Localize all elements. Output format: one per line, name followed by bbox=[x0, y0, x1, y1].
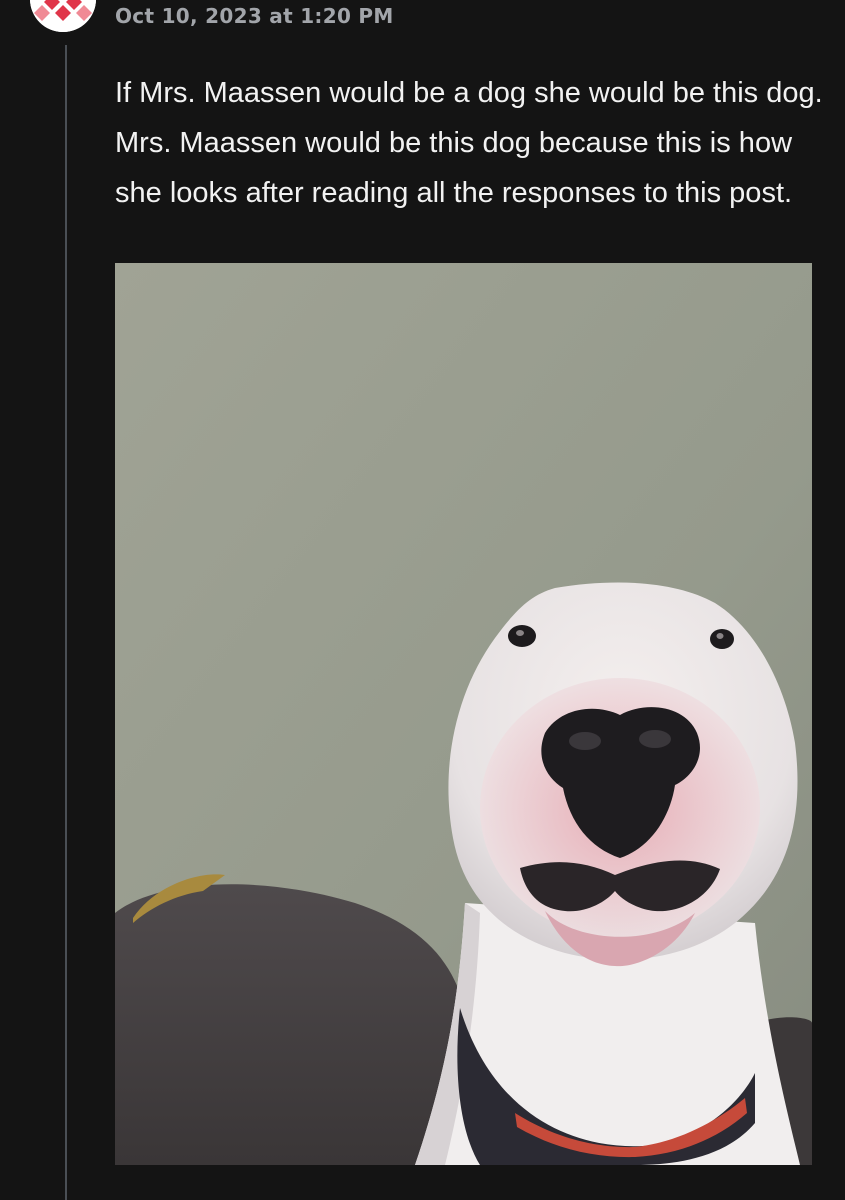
post-image[interactable] bbox=[115, 263, 812, 1165]
post-body-text: If Mrs. Maassen would be a dog she would… bbox=[115, 77, 823, 209]
post-timestamp: Oct 10, 2023 at 1:20 PM bbox=[115, 4, 394, 28]
dog-photo bbox=[115, 263, 812, 1165]
avatar-icon bbox=[30, 0, 96, 32]
thread-line bbox=[65, 45, 67, 1200]
user-avatar[interactable] bbox=[30, 0, 96, 32]
